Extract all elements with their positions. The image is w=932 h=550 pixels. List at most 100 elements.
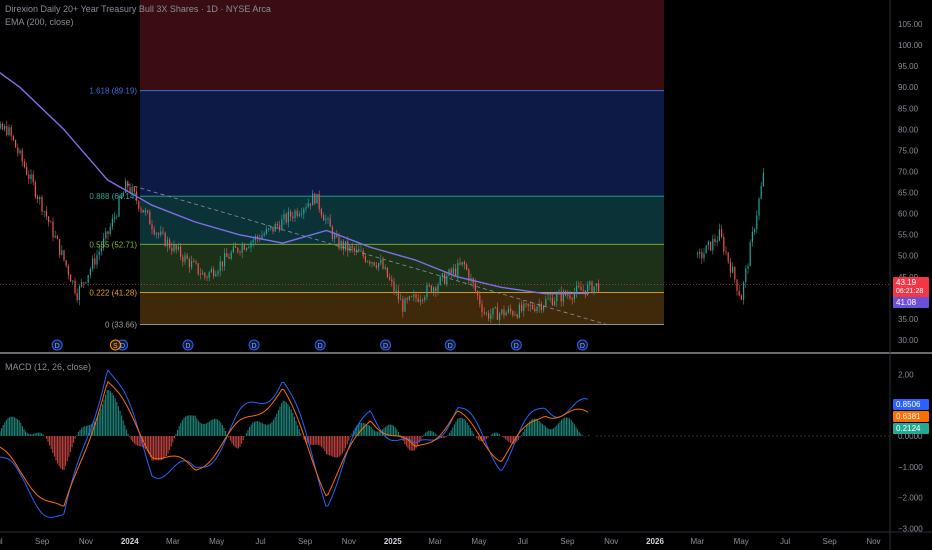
time-tick-label: Sep — [35, 537, 50, 546]
candle-body — [17, 147, 19, 153]
macd-histogram-bar — [495, 432, 497, 436]
candle-body — [444, 273, 446, 285]
candle-body — [265, 228, 267, 234]
macd-histogram-bar — [185, 416, 187, 436]
macd-histogram-bar — [396, 429, 398, 436]
macd-histogram-bar — [191, 415, 193, 436]
candle-body — [52, 221, 54, 238]
candle-body — [395, 290, 397, 292]
time-tick-label: Sep — [298, 537, 313, 546]
candle-body — [591, 281, 593, 294]
macd-histogram-bar — [244, 436, 246, 437]
symbol-title[interactable]: Direxion Daily 20+ Year Treasury Bull 3X… — [5, 4, 271, 14]
candle-body — [301, 213, 303, 215]
macd-histogram-bar — [45, 436, 47, 439]
macd-histogram-bar — [175, 433, 177, 436]
candle-body — [503, 309, 505, 316]
macd-axis[interactable]: 2.001.000.0000−1.000−2.000−3.000 — [898, 370, 923, 533]
histogram-value-tag: 0.2124 — [893, 423, 929, 434]
macd-histogram-bar — [397, 432, 399, 436]
candle-body — [169, 239, 171, 248]
macd-histogram-bar — [205, 423, 207, 436]
fib-level-label: 0.888 (64.14) — [89, 192, 137, 201]
macd-histogram-bar — [569, 418, 571, 436]
macd-histogram-bar — [52, 436, 54, 453]
dividend-marker-label: D — [185, 343, 190, 350]
bar-countdown: 06:21:28 — [896, 288, 924, 295]
candle-body — [76, 293, 78, 300]
macd-histogram-bar — [127, 433, 129, 436]
macd-histogram-bar — [455, 421, 457, 436]
macd-histogram-bar — [255, 421, 257, 436]
candle-body — [147, 210, 149, 212]
macd-histogram-bar — [114, 398, 116, 436]
macd-tick-label: −1.000 — [898, 463, 923, 472]
macd-histogram-bar — [341, 436, 343, 454]
ema-legend[interactable]: EMA (200, close) — [5, 17, 74, 27]
macd-histogram-bar — [345, 436, 347, 448]
macd-histogram-bar — [229, 436, 231, 441]
macd-histogram-bar — [421, 436, 423, 437]
candle-body — [569, 295, 571, 299]
macd-histogram-bar — [161, 436, 163, 461]
macd-legend[interactable]: MACD (12, 26, close) — [5, 362, 91, 372]
candle-body — [153, 229, 155, 235]
candle-body — [199, 273, 201, 275]
macd-histogram-bar — [564, 417, 566, 436]
macd-histogram-bar — [311, 436, 313, 446]
candle-body — [65, 260, 67, 266]
macd-histogram-bar — [47, 436, 49, 442]
macd-histogram-bar — [369, 425, 371, 436]
candle-body — [263, 233, 265, 236]
candle-body — [298, 214, 300, 216]
candle-body — [518, 304, 520, 318]
macd-histogram-bar — [549, 429, 551, 436]
candle-body — [109, 226, 111, 235]
macd-histogram-bar — [290, 409, 292, 436]
macd-histogram-bar — [445, 436, 447, 437]
candle-body — [499, 313, 501, 320]
macd-histogram-bar — [426, 431, 428, 436]
candle-body — [397, 290, 399, 300]
macd-histogram-bar — [293, 416, 295, 436]
macd-histogram-bar — [509, 436, 511, 443]
macd-histogram-bar — [277, 410, 279, 436]
candle-body — [490, 314, 492, 319]
candle-body — [4, 126, 6, 130]
candle-body — [391, 279, 393, 282]
price-tick-label: 80.00 — [898, 125, 919, 134]
price-tick-label: 105.00 — [898, 20, 923, 29]
macd-histogram-bar — [338, 436, 340, 457]
time-tick-label: 2026 — [646, 537, 664, 546]
macd-histogram-bar — [111, 392, 113, 436]
candle-body — [534, 308, 536, 312]
candle-body — [712, 238, 714, 251]
macd-histogram-bar — [172, 436, 174, 443]
macd-histogram-bar — [527, 423, 529, 436]
time-axis[interactable]: Jul Sep Nov 2024 Mar May Jul Sep Nov 2025 Mar May Ju… — [0, 537, 881, 546]
macd-histogram-bar — [4, 422, 6, 436]
macd-histogram-bar — [37, 432, 39, 436]
candle-body — [26, 166, 28, 175]
chart-canvas[interactable]: 1.618 (89.19) 0.888 (64.14) 0.555 (52.71) 0… — [0, 0, 932, 550]
macd-histogram-bar — [138, 436, 140, 447]
candle-body — [221, 261, 223, 267]
candle-body — [353, 247, 355, 251]
candle-body — [426, 285, 428, 298]
macd-histogram-bar — [26, 432, 28, 436]
macd-histogram-bar — [548, 428, 550, 436]
candle-body — [48, 216, 50, 222]
macd-histogram-bar — [497, 432, 499, 436]
fibonacci-retracement[interactable] — [140, 0, 664, 326]
candle-body — [248, 247, 250, 249]
macd-histogram-bar — [2, 425, 4, 436]
candle-body — [191, 261, 193, 268]
macd-histogram-bar — [250, 424, 252, 436]
candle-body — [197, 263, 199, 274]
candle-body — [734, 267, 736, 280]
macd-histogram-bar — [231, 436, 233, 444]
macd-histogram-bar — [388, 424, 390, 436]
macd-histogram-bar — [577, 429, 579, 436]
macd-histogram-bar — [466, 422, 468, 436]
macd-histogram-bar — [12, 416, 14, 436]
